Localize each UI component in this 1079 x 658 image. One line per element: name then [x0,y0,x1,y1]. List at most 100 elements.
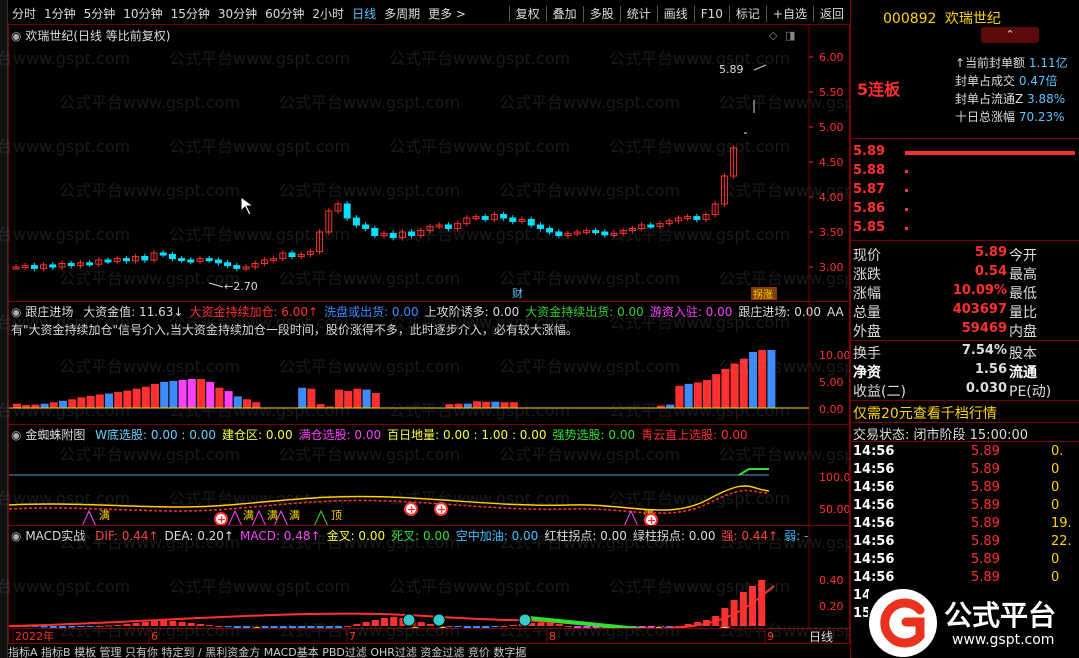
limit-board-badge: 5连板 [857,80,901,99]
macd-chart[interactable]: 0.40 0.20 [9,526,849,628]
tool-button[interactable]: 统计 [623,4,655,24]
tool-button[interactable]: 多股 [586,4,618,24]
tool-button[interactable]: 返回 [816,4,848,24]
macd-bar [151,621,158,626]
separator [545,6,547,22]
macd-bar [206,625,214,626]
volume-bar [197,379,205,408]
indicator-tabs[interactable]: 指标A 指标B 模板 管理 只有你 特定到 / 黑利资金方 MACD基本 PBD… [8,644,850,658]
macd-bar [371,620,379,626]
tool-button[interactable]: F10 [697,4,727,24]
y-tick-label: 0.40 [819,574,844,587]
tool-button[interactable]: 标记 [732,4,764,24]
y-tick-label: 5.50 [819,86,844,99]
macd-bar [187,623,195,626]
period-tab[interactable]: 1分钟 [40,4,80,24]
time-axis: 2022年 6 7 8 9 [12,628,774,643]
finance-marker: 财 [512,286,523,300]
tick-time: 14:56 [853,444,895,459]
period-tab[interactable]: 5分钟 [80,4,120,24]
ask-price[interactable]: 5.87 [853,182,885,197]
volume-bar [362,389,371,408]
ask-volume-bar [905,151,1075,155]
period-tab[interactable]: 分时 [8,4,40,24]
period-tab[interactable]: 60分钟 [261,4,308,24]
field-label: 净资 [853,365,881,381]
candle [693,216,701,220]
promo-link[interactable]: 仅需20元查看千档行情 [853,403,997,423]
volume-indicator-chart[interactable]: 10.00 5.00 0.00 [9,302,849,424]
period-tab[interactable]: 多周期 [380,4,424,24]
candle [86,262,94,266]
period-tab[interactable]: 更多 > [424,4,470,24]
separator [619,6,621,22]
y-tick-label: 50.00 [819,503,849,516]
tick-price: 5.89 [971,516,1000,531]
tick-volume: 0 [1051,462,1060,477]
low-arrow [208,282,224,288]
candle [527,218,535,226]
field-value: 7.54% [961,343,1007,358]
volume-bar [114,392,123,408]
candle [288,252,296,257]
period-tab[interactable]: 30分钟 [214,4,261,24]
strong-signal-line [738,468,769,476]
stock-header: 000892 欢瑞世纪 [851,8,1079,27]
candlestick-chart[interactable]: 6.00 5.50 5.00 4.50 4.00 3.50 3.00 5.89 ←2.70 财 拐涨… [9,25,849,301]
expand-button[interactable]: ⌃ [981,27,1039,43]
volume-bar [758,350,767,408]
high-arrow [753,64,767,71]
y-tick-label: 5.00 [819,121,844,134]
tool-button[interactable]: +自选 [769,4,811,24]
period-tab[interactable]: 2小时 [308,4,348,24]
macd-bar [381,618,388,626]
macd-bar [132,623,140,626]
macd-bar [114,625,122,626]
left-sidebar[interactable] [0,0,8,658]
period-mode-label[interactable]: 日线 [809,628,833,645]
volume-bar [344,391,353,408]
field-label: 最高 [1009,267,1037,283]
ask-price[interactable]: 5.89 [853,144,885,159]
plus-circle-icon: + [437,503,446,516]
stock-name: 欢瑞世纪 [944,11,1001,27]
divider [851,138,1079,139]
tool-button[interactable]: 画线 [660,4,692,24]
volume-bar [95,394,104,408]
low-price-label: ←2.70 [224,280,258,293]
signal-tag: 拐涨 [753,288,773,301]
ask-price[interactable]: 5.86 [853,201,885,216]
volume-bar [141,386,150,408]
macd-bar [353,624,361,626]
period-tab[interactable]: 15分钟 [167,4,214,24]
field-label: 涨幅 [853,286,881,302]
limit-stat-row: 封单占流通Z 3.88% [955,90,1065,107]
high-price-label: 5.89 [719,63,744,76]
tool-button[interactable]: 叠加 [549,4,581,24]
separator [728,6,730,22]
tool-button[interactable]: 复权 [512,4,544,24]
macd-bar [758,580,766,626]
ask-price[interactable]: 5.88 [853,163,885,178]
time-label: 6 [151,630,158,643]
volume-bar [298,387,307,408]
volume-bar [739,358,748,408]
spider-indicator-chart[interactable]: 100.050.00满满满满满顶共振点拐暗W底+++++ [9,425,849,525]
volume-bar [13,403,21,408]
period-tab[interactable]: 日线 [348,4,380,24]
period-tab[interactable]: 10分钟 [119,4,166,24]
macd-bar [178,622,186,626]
volume-bar [730,363,739,408]
y-tick-label: 4.00 [819,191,844,204]
candle [408,231,416,236]
tick-volume: 0 [1051,480,1060,495]
plus-circle-icon: + [217,513,226,525]
signal-label: 满 [267,509,278,522]
volume-bar [703,379,711,408]
field-value: 0.54 [974,264,1007,279]
ask-price[interactable]: 5.85 [853,220,885,235]
volume-bar [684,383,693,408]
field-label: 收益(二) [853,384,906,400]
field-value: 1.56 [974,362,1007,377]
plus-circle-icon: + [647,514,656,525]
